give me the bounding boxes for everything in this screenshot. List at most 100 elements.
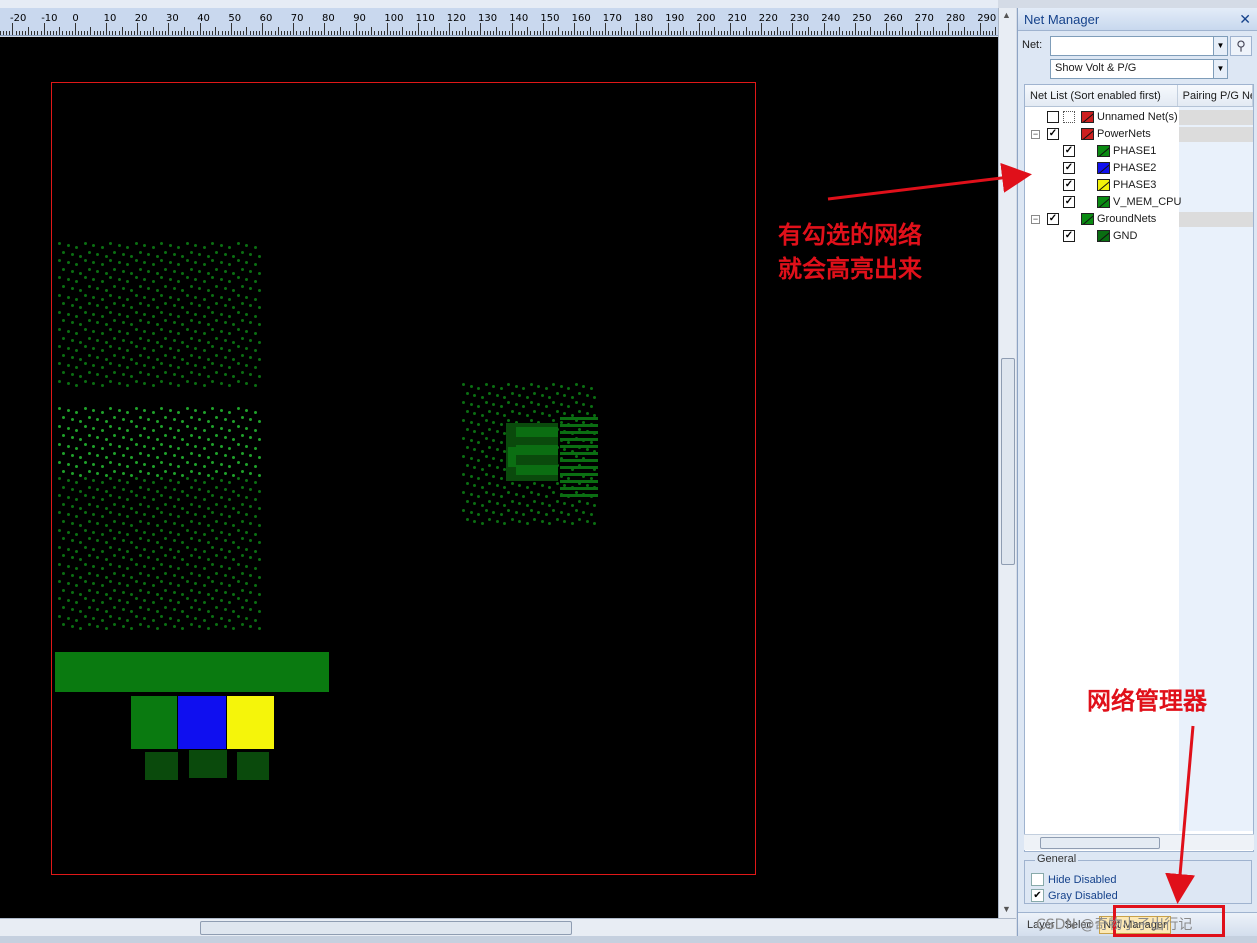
via-dot	[160, 310, 163, 314]
color-swatch-icon[interactable]	[1081, 111, 1094, 123]
net-checkbox[interactable]: ✓	[1047, 213, 1059, 225]
net-checkbox[interactable]: ✓	[1063, 162, 1075, 174]
collapse-icon[interactable]: −	[1031, 215, 1040, 224]
color-swatch-icon[interactable]	[1097, 196, 1110, 208]
color-swatch-icon[interactable]	[1081, 213, 1094, 225]
ruler-tick	[171, 31, 173, 35]
hide-disabled-option[interactable]: Hide Disabled	[1031, 873, 1116, 886]
ruler-tick	[3, 31, 5, 35]
tree-row-groundnets[interactable]: − ✓ GroundNets	[1025, 211, 1253, 228]
pairing-cell[interactable]	[1179, 110, 1253, 125]
color-swatch-icon[interactable]	[1081, 128, 1094, 140]
tree-row-powernets[interactable]: − ✓ PowerNets	[1025, 126, 1253, 143]
tree-row-phase3[interactable]: ✓ PHASE3	[1025, 177, 1253, 194]
via-dot	[492, 475, 495, 478]
ruler-tick	[758, 31, 760, 35]
horizontal-scroll-thumb[interactable]	[200, 921, 572, 935]
via-dot	[172, 418, 176, 421]
canvas-vertical-scrollbar[interactable]: ▲ ▼	[998, 8, 1016, 918]
via-dot	[134, 242, 138, 245]
phase3-shape[interactable]	[227, 696, 274, 749]
ruler-tick	[405, 31, 407, 35]
via-dot	[172, 287, 176, 290]
via-dot	[87, 520, 91, 523]
via-dot	[58, 293, 61, 297]
color-swatch-icon[interactable]	[1097, 230, 1110, 242]
ruler-tick	[639, 31, 641, 35]
net-checkbox[interactable]: ✓	[1063, 196, 1075, 208]
ruler-tick	[851, 31, 853, 35]
ruler-tick	[820, 31, 822, 35]
pairing-cell[interactable]	[1179, 212, 1253, 227]
tree-row-phase2[interactable]: ✓ PHASE2	[1025, 160, 1253, 177]
via-dot	[104, 489, 108, 493]
column-pairing[interactable]: Pairing P/G Net	[1178, 85, 1253, 106]
color-swatch-icon[interactable]	[1097, 162, 1110, 174]
via-dot	[249, 487, 253, 491]
net-checkbox[interactable]: ✓	[1063, 145, 1075, 157]
gray-disabled-checkbox[interactable]: ✔	[1031, 889, 1044, 902]
column-net-list[interactable]: Net List (Sort enabled first)	[1025, 85, 1178, 106]
layout-canvas[interactable]	[0, 37, 998, 918]
phase1-shape[interactable]	[131, 696, 177, 749]
net-checkbox[interactable]: ✓	[1063, 179, 1075, 191]
vertical-scroll-thumb[interactable]	[1001, 358, 1015, 565]
close-icon[interactable]: ✕	[1239, 11, 1251, 28]
canvas-horizontal-scrollbar[interactable]	[0, 918, 1016, 936]
ruler-tick	[249, 31, 251, 35]
search-button[interactable]: ⚲	[1230, 36, 1252, 56]
via-dot	[245, 547, 248, 551]
ruler-tick	[823, 23, 825, 35]
tree-row-v-mem-cpu[interactable]: ✓ V_MEM_CPU	[1025, 194, 1253, 211]
color-swatch-icon[interactable]	[1097, 179, 1110, 191]
via-dot	[202, 584, 206, 588]
tree-row-gnd[interactable]: ✓ GND	[1025, 228, 1253, 245]
via-dot	[70, 608, 74, 611]
via-dot	[151, 314, 155, 318]
tree-scroll-thumb[interactable]	[1040, 837, 1160, 849]
via-dot	[514, 511, 518, 514]
show-filter-select[interactable]: Show Volt & P/G ▼	[1050, 59, 1228, 79]
ruler-tick	[174, 31, 176, 35]
via-dot	[245, 565, 248, 568]
net-input[interactable]: ▼	[1050, 36, 1228, 56]
pairing-cell[interactable]	[1179, 127, 1253, 142]
net-checkbox[interactable]: ✓	[1063, 230, 1075, 242]
net-checkbox[interactable]: ✓	[1047, 128, 1059, 140]
ruler-tick	[399, 31, 401, 35]
tree-row-phase1[interactable]: ✓ PHASE1	[1025, 143, 1253, 160]
gnd-pad-1[interactable]	[145, 752, 178, 780]
net-checkbox[interactable]	[1047, 111, 1059, 123]
gray-disabled-option[interactable]: ✔ Gray Disabled	[1031, 889, 1118, 902]
collapse-icon[interactable]: −	[1031, 130, 1040, 139]
tree-horizontal-scrollbar[interactable]	[1024, 834, 1254, 850]
via-dot	[223, 373, 227, 376]
hide-disabled-checkbox[interactable]	[1031, 873, 1044, 886]
via-dot	[492, 403, 495, 406]
color-swatch-icon[interactable]	[1097, 145, 1110, 157]
via-dot	[232, 489, 236, 493]
via-dot	[257, 541, 261, 545]
via-dot	[177, 383, 180, 387]
via-dot	[462, 437, 465, 440]
ruler-tick	[895, 31, 897, 35]
scroll-up-icon[interactable]: ▲	[1002, 10, 1011, 20]
ruler-tick	[586, 31, 588, 35]
scroll-down-icon[interactable]: ▼	[1002, 904, 1011, 914]
phase2-shape[interactable]	[178, 696, 226, 749]
via-dot	[522, 513, 525, 516]
net-list-tree[interactable]: Net List (Sort enabled first) Pairing P/…	[1024, 84, 1254, 852]
ruler-tick	[443, 31, 445, 35]
chevron-down-icon[interactable]: ▼	[1213, 37, 1227, 55]
chevron-down-icon[interactable]: ▼	[1213, 60, 1227, 78]
ruler-tick	[152, 27, 154, 35]
ruler-tick	[408, 31, 410, 35]
v-mem-cpu-shape[interactable]	[55, 652, 329, 692]
gnd-pad-3[interactable]	[237, 752, 269, 780]
gnd-pad-2[interactable]	[189, 750, 227, 778]
tree-row-unnamed-net-s-[interactable]: Unnamed Net(s)	[1025, 109, 1253, 126]
ruler-tick	[439, 31, 441, 35]
via-dot	[223, 522, 227, 525]
via-dot	[143, 547, 146, 551]
via-dot	[245, 530, 248, 534]
